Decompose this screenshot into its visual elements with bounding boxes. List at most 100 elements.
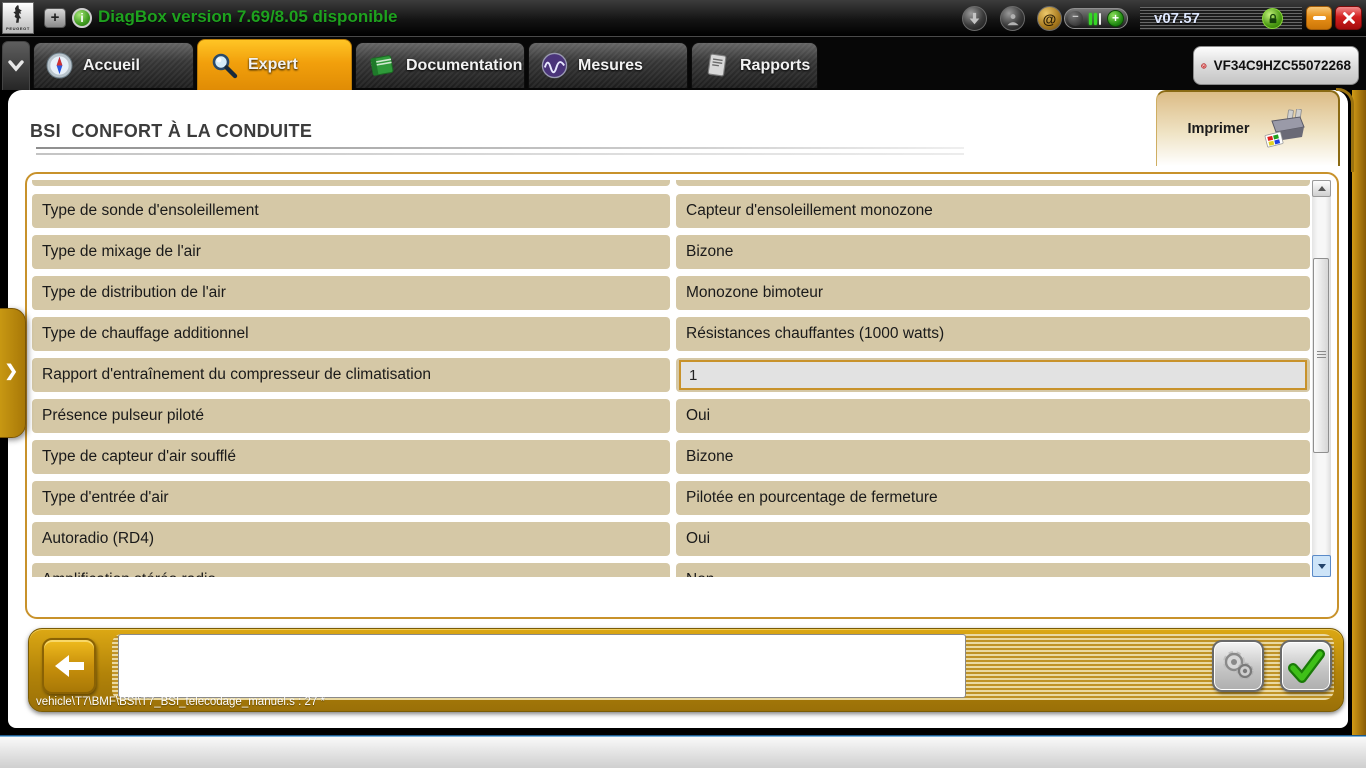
gears-icon — [1223, 651, 1254, 680]
table-scrollbar[interactable] — [1312, 180, 1331, 577]
param-label: Amplification stéréo radio — [32, 563, 670, 577]
table-row: Présence pulseur piloté Oui — [32, 399, 1310, 433]
user-icon — [1006, 13, 1019, 25]
param-value[interactable]: Oui — [676, 399, 1310, 433]
table-row: Type de chauffage additionnel Résistance… — [32, 317, 1310, 351]
tab-documentation[interactable]: Documentation — [355, 42, 525, 88]
arrow-left-icon — [55, 655, 84, 677]
print-label: Imprimer — [1187, 121, 1250, 137]
volume-level — [1089, 12, 1101, 25]
param-value[interactable]: Pilotée en pourcentage de fermeture — [676, 481, 1310, 515]
vin-button[interactable]: VF34C9HZC55072268 — [1193, 46, 1359, 85]
tab-label: Documentation — [406, 56, 523, 74]
brand-label: PEUGEOT — [6, 26, 30, 31]
at-icon: @ — [1042, 10, 1057, 27]
param-label: Type de chauffage additionnel — [32, 317, 670, 351]
tab-bar: Accueil Expert Documentation Mesures Rap… — [0, 37, 1366, 90]
tab-accueil[interactable]: Accueil — [33, 42, 194, 88]
table-row: Type de distribution de l'air Monozone b… — [32, 276, 1310, 310]
title-bar: PEUGEOT + i DiagBox version 7.69/8.05 di… — [0, 0, 1366, 37]
arrow-down-icon — [1317, 563, 1326, 569]
title-separator-2 — [36, 153, 964, 155]
version-label: v07.57 — [1154, 10, 1200, 27]
message-box — [118, 634, 966, 698]
scroll-down-button[interactable] — [1312, 555, 1331, 577]
param-label: Type de distribution de l'air — [32, 276, 670, 310]
version-area: v07.57 — [1140, 7, 1302, 30]
windows-taskbar: FR 12:06 03/07/2015 — [0, 735, 1366, 768]
param-input[interactable] — [679, 360, 1307, 390]
page-title: BSI CONFORT À LA CONDUITE — [30, 121, 313, 141]
chevron-right-icon: ❯ — [4, 363, 18, 380]
clipped-row-top — [32, 180, 1310, 186]
param-value[interactable]: Non — [676, 563, 1310, 577]
book-icon — [370, 54, 394, 76]
lion-icon — [13, 5, 22, 23]
email-button[interactable]: @ — [1037, 6, 1062, 31]
window-frame-strip — [1352, 90, 1366, 735]
title-separator — [36, 147, 964, 149]
home-compass-icon — [46, 52, 73, 79]
tab-label: Expert — [248, 56, 298, 73]
settings-button[interactable] — [1212, 640, 1264, 692]
param-value[interactable]: Oui — [676, 522, 1310, 556]
table-row: Type d'entrée d'air Pilotée en pourcenta… — [32, 481, 1310, 515]
param-label: Rapport d'entraînement du compresseur de… — [32, 358, 670, 392]
update-message: DiagBox version 7.69/8.05 disponible — [98, 7, 398, 26]
close-button[interactable] — [1335, 6, 1362, 30]
check-icon — [1288, 649, 1325, 683]
tab-label: Accueil — [83, 56, 140, 74]
print-button[interactable]: Imprimer — [1156, 90, 1340, 166]
volume-minus-icon[interactable]: − — [1068, 11, 1083, 26]
info-icon[interactable]: i — [72, 8, 92, 28]
param-value — [676, 358, 1310, 392]
back-button[interactable] — [42, 638, 96, 694]
user-button[interactable] — [1000, 6, 1025, 31]
peugeot-logo: PEUGEOT — [2, 2, 34, 34]
table-row: Autoradio (RD4) Oui — [32, 522, 1310, 556]
download-button[interactable] — [962, 6, 987, 31]
add-button[interactable]: + — [44, 8, 66, 28]
param-label: Type de sonde d'ensoleillement — [32, 194, 670, 228]
tab-mesures[interactable]: Mesures — [528, 42, 688, 88]
param-value[interactable]: Capteur d'ensoleillement monozone — [676, 194, 1310, 228]
minimize-icon — [1312, 16, 1326, 20]
diagbox-window: PEUGEOT + i DiagBox version 7.69/8.05 di… — [0, 0, 1366, 768]
volume-control[interactable]: − + — [1064, 8, 1128, 29]
scroll-up-button[interactable] — [1312, 180, 1331, 197]
table-row: Type de sonde d'ensoleillement Capteur d… — [32, 194, 1310, 228]
param-value[interactable]: Monozone bimoteur — [676, 276, 1310, 310]
table-row: Rapport d'entraînement du compresseur de… — [32, 358, 1310, 392]
side-panel-handle[interactable]: ❯ — [0, 308, 26, 438]
param-label: Type d'entrée d'air — [32, 481, 670, 515]
power-icon — [1201, 62, 1207, 69]
parameters-viewport: Type de sonde d'ensoleillement Capteur d… — [32, 180, 1310, 577]
magnifier-icon — [212, 53, 238, 79]
tab-label: Mesures — [578, 56, 643, 74]
status-path: vehicle\T7\BMF\BSI\T7_BSI_telecodage_man… — [36, 696, 325, 708]
minimize-button[interactable] — [1306, 6, 1332, 30]
param-value[interactable]: Bizone — [676, 235, 1310, 269]
param-value[interactable]: Bizone — [676, 440, 1310, 474]
param-label: Autoradio (RD4) — [32, 522, 670, 556]
table-row clipped-row-bottom: Amplification stéréo radio Non — [32, 563, 1310, 577]
close-icon — [1342, 12, 1355, 24]
volume-plus-icon[interactable]: + — [1107, 10, 1124, 27]
table-row: Type de capteur d'air soufflé Bizone — [32, 440, 1310, 474]
param-label: Présence pulseur piloté — [32, 399, 670, 433]
tab-label: Rapports — [740, 56, 811, 74]
arrow-up-icon — [1317, 186, 1326, 191]
lock-icon[interactable] — [1262, 8, 1283, 29]
waveform-icon — [541, 52, 568, 79]
validate-button[interactable] — [1280, 640, 1332, 692]
param-value[interactable]: Résistances chauffantes (1000 watts) — [676, 317, 1310, 351]
download-icon — [969, 12, 980, 25]
vin-label: VF34C9HZC55072268 — [1213, 58, 1351, 73]
scrollbar-thumb[interactable] — [1313, 258, 1329, 453]
tab-rapports[interactable]: Rapports — [691, 42, 818, 88]
tabs-collapse-button[interactable] — [2, 41, 30, 90]
param-label: Type de mixage de l'air — [32, 235, 670, 269]
tab-expert[interactable]: Expert — [197, 39, 352, 90]
param-label: Type de capteur d'air soufflé — [32, 440, 670, 474]
table-row: Type de mixage de l'air Bizone — [32, 235, 1310, 269]
